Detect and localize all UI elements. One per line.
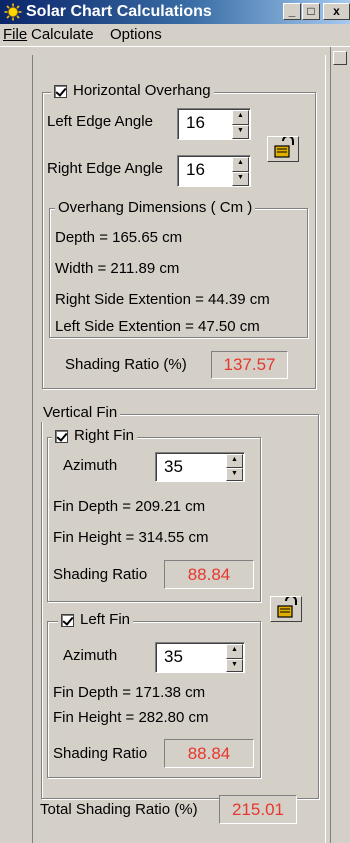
window-title: Solar Chart Calculations xyxy=(26,3,212,20)
overhang-left-side-extension: Left Side Extention = 47.50 cm xyxy=(55,318,260,335)
title-bar[interactable]: Solar Chart Calculations _ □ x xyxy=(0,0,350,24)
left-fin-shading-ratio-value: 88.84 xyxy=(164,739,254,768)
spin-up-icon[interactable]: ▲ xyxy=(226,454,243,468)
spin-down-icon[interactable]: ▼ xyxy=(232,172,249,186)
close-button[interactable]: x xyxy=(323,3,350,20)
right-fin-azimuth-label: Azimuth xyxy=(63,457,118,474)
menu-file[interactable]: File xyxy=(3,26,27,44)
overhang-shading-ratio-value: 137.57 xyxy=(211,351,288,379)
lock-icon xyxy=(274,137,294,158)
overhang-right-side-extension: Right Side Extention = 44.39 cm xyxy=(55,291,270,308)
total-shading-ratio-value: 215.01 xyxy=(219,795,297,824)
total-shading-ratio-label: Total Shading Ratio (%) xyxy=(40,801,198,818)
left-fin-depth: Fin Depth = 171.38 cm xyxy=(53,684,206,701)
lock-button[interactable] xyxy=(267,136,299,162)
overhang-depth: Depth = 165.65 cm xyxy=(55,229,183,246)
left-edge-angle-spinner[interactable]: 16 ▲ ▼ xyxy=(177,108,251,140)
spin-up-icon[interactable]: ▲ xyxy=(232,157,249,172)
right-fin-shading-ratio-value: 88.84 xyxy=(164,560,254,589)
right-pane xyxy=(330,47,350,843)
right-fin-azimuth-spinner[interactable]: 35 ▲ ▼ xyxy=(155,452,245,482)
fin-lock-button[interactable] xyxy=(270,596,302,622)
minimize-button[interactable]: _ xyxy=(283,3,301,20)
spin-down-icon[interactable]: ▼ xyxy=(232,125,249,139)
menu-options[interactable]: Options xyxy=(110,26,162,44)
right-edge-angle-spinner[interactable]: 16 ▲ ▼ xyxy=(177,155,251,187)
left-fin-height: Fin Height = 282.80 cm xyxy=(53,709,209,726)
left-fin-shading-ratio-label: Shading Ratio xyxy=(53,745,148,762)
right-fin-depth: Fin Depth = 209.21 cm xyxy=(53,498,206,515)
spin-down-icon[interactable]: ▼ xyxy=(226,659,243,672)
overhang-width: Width = 211.89 cm xyxy=(55,260,180,277)
menu-calculate[interactable]: Calculate xyxy=(31,26,94,44)
right-fin-checkbox[interactable]: Right Fin xyxy=(52,427,138,445)
left-edge-angle-label: Left Edge Angle xyxy=(47,113,153,130)
spin-up-icon[interactable]: ▲ xyxy=(226,644,243,659)
right-fin-shading-ratio-label: Shading Ratio xyxy=(53,566,148,583)
checkbox-checked-icon xyxy=(61,613,74,627)
right-edge-angle-label: Right Edge Angle xyxy=(47,160,163,177)
spin-down-icon[interactable]: ▼ xyxy=(226,468,243,481)
lock-icon xyxy=(277,597,297,618)
vertical-fin-title: Vertical Fin xyxy=(40,404,121,422)
left-fin-checkbox[interactable]: Left Fin xyxy=(58,611,134,629)
horizontal-overhang-checkbox[interactable]: Horizontal Overhang xyxy=(51,82,214,100)
left-fin-azimuth-label: Azimuth xyxy=(63,647,118,664)
right-fin-height: Fin Height = 314.55 cm xyxy=(53,529,209,546)
overhang-dimensions-title: Overhang Dimensions ( Cm ) xyxy=(55,199,256,217)
spin-up-icon[interactable]: ▲ xyxy=(232,110,249,125)
menu-bar: File Calculate Options xyxy=(0,24,350,47)
maximize-button[interactable]: □ xyxy=(302,3,320,20)
checkbox-checked-icon xyxy=(54,84,67,98)
sun-icon xyxy=(4,3,22,21)
overhang-shading-ratio-label: Shading Ratio (%) xyxy=(65,356,187,373)
checkbox-checked-icon xyxy=(55,429,68,443)
left-fin-azimuth-spinner[interactable]: 35 ▲ ▼ xyxy=(155,642,245,673)
